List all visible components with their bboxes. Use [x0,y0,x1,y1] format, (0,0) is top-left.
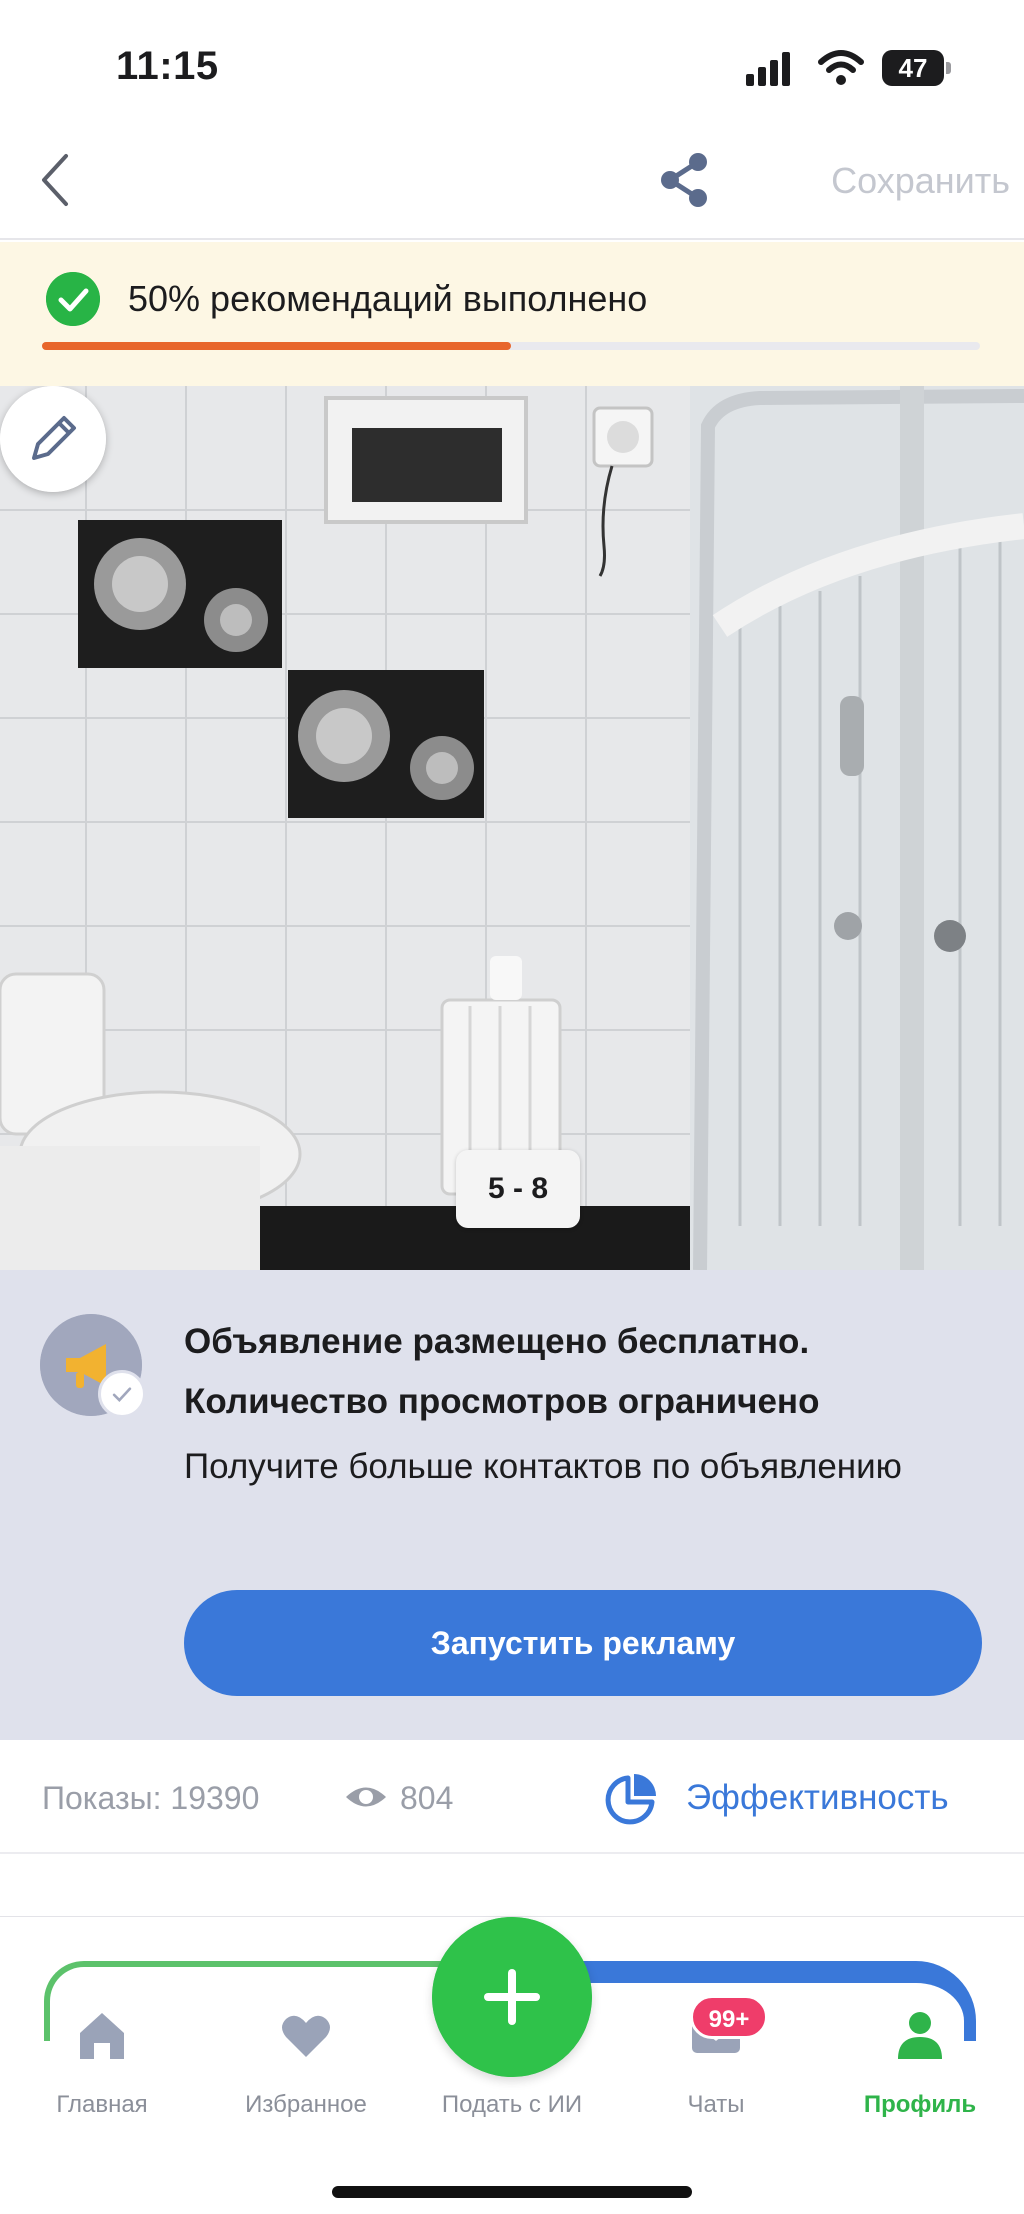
promo-title: Объявление размещено бесплатно. Количест… [184,1322,820,1421]
progress-track [42,342,980,350]
battery-tip [946,62,951,74]
views-count: 804 [400,1780,454,1816]
save-button[interactable]: Сохранить [740,160,1010,204]
check-circle-icon [46,272,100,326]
tab-chats-label: Чаты [687,2091,745,2118]
pie-chart-icon[interactable] [602,1770,660,1828]
promo-subtitle: Получите больше контактов по объявлению [184,1447,902,1486]
chats-unread-badge: 99+ [690,1995,768,2039]
bottom-tab-bar: Главная Избранное Подать с ИИ Чаты 99+ П… [0,1916,1024,2214]
nav-header: Сохранить [0,120,1024,240]
tab-favorites[interactable]: Избранное [216,2007,396,2147]
tab-home[interactable]: Главная [12,2007,192,2147]
status-bar: 11:15 47 [0,0,1024,120]
tab-post-ai-label: Подать с ИИ [441,2091,583,2118]
battery-level: 47 [898,53,928,83]
tab-profile-label: Профиль [863,2091,977,2118]
home-indicator [332,2186,692,2198]
recommendations-progress-text: 50% рекомендаций выполнено [128,278,648,319]
promo-block: Объявление размещено бесплатно. Количест… [0,1270,1024,1740]
launch-ads-button[interactable]: Запустить рекламу [184,1590,982,1696]
photo-counter: 5 - 8 [456,1150,580,1228]
recommendations-banner[interactable]: 50% рекомендаций выполнено [0,242,1024,386]
content-gap [0,1856,1024,1916]
chevron-left-icon[interactable] [30,148,90,212]
tab-profile[interactable]: Профиль [830,2007,1010,2147]
pencil-icon[interactable] [0,386,106,492]
heart-icon [282,2015,330,2057]
listing-photo[interactable]: 5 - 8 [0,386,1024,1270]
efficiency-link[interactable]: Эффективность [686,1778,949,1818]
tab-home-label: Главная [56,2091,148,2118]
listing-page: 11:15 47 Сохранить 50% рекомендаций выпо… [0,0,1024,2214]
battery-icon: 47 [882,50,952,86]
share-icon[interactable] [656,150,712,210]
status-time: 11:15 [116,44,219,88]
signal-icon [746,52,790,86]
plus-icon[interactable] [432,1917,592,2077]
eye-icon [346,1787,386,1807]
tab-favorites-label: Избранное [245,2091,367,2118]
profile-icon [898,2012,942,2059]
home-icon [80,2013,124,2059]
wifi-icon [818,50,864,85]
bathroom-photo-illustration [0,386,1024,1270]
verified-check-icon [98,1370,146,1418]
impressions-count: Показы: 19390 [42,1780,260,1816]
progress-fill [42,342,511,350]
stats-row: Показы: 19390 804 Эффективность [0,1740,1024,1854]
